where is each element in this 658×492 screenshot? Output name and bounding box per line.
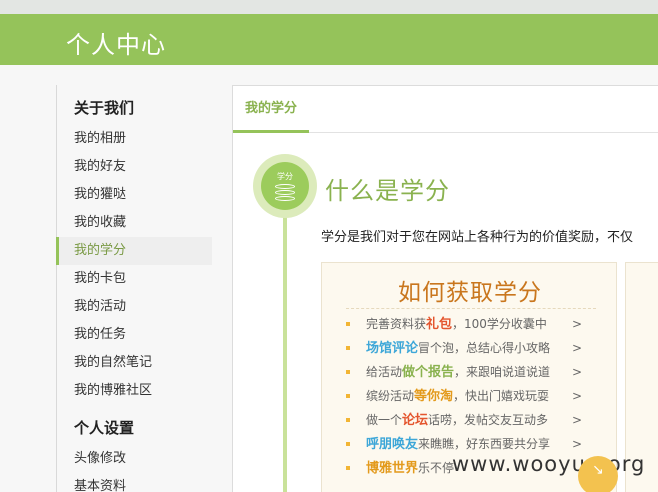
earn-item-prefix: 完善资料获: [366, 317, 427, 331]
earn-item-highlight: 呼朋唤友: [366, 437, 419, 452]
sidebar-item-activities[interactable]: 我的活动: [56, 293, 212, 321]
badge-label: 学分: [277, 172, 293, 181]
earn-item-suffix: ，100学分收囊中: [452, 317, 547, 331]
card-divider: [346, 308, 596, 309]
browser-top-strip: [0, 0, 658, 14]
earn-item[interactable]: 给活动做个报告，来跟咱说道说道 >: [344, 361, 606, 383]
earn-item-prefix: 给活动: [366, 365, 403, 379]
corner-arrow-button[interactable]: ↘: [578, 456, 618, 492]
earn-item-highlight: 做个报告: [402, 365, 455, 380]
earn-item-prefix: 缤纷活动: [366, 389, 415, 403]
earn-item-prefix: 做一个: [366, 413, 403, 427]
bullet-icon: [346, 418, 350, 422]
earn-item-suffix: 冒个泡，总结心得小攻略: [418, 341, 551, 355]
sidebar-section-settings: 个人设置: [74, 419, 135, 437]
page-title: 个人中心: [66, 31, 166, 59]
earn-item-highlight: 论坛: [402, 413, 429, 428]
earn-item[interactable]: 做一个论坛话唠，发帖交友互动多 >: [344, 409, 606, 431]
earn-item-text: 完善资料获礼包，100学分收囊中: [366, 313, 547, 336]
chevron-right-icon: >: [572, 365, 583, 379]
sidebar-item-favorites[interactable]: 我的收藏: [56, 209, 212, 237]
coin-layer: [275, 196, 295, 201]
earn-item[interactable]: 完善资料获礼包，100学分收囊中 >: [344, 313, 606, 335]
sidebar-item-tasks[interactable]: 我的任务: [56, 321, 212, 349]
earn-item-text: 场馆评论冒个泡，总结心得小攻略: [366, 337, 550, 360]
sidebar-item-credits[interactable]: 我的学分: [56, 237, 212, 265]
section-title: 什么是学分: [325, 177, 450, 205]
main-panel: 我的学分 学分 什么是学分 学分是我们对于您在网站上各种行为的价值奖励，不仅 如…: [232, 85, 658, 492]
sidebar-item-album[interactable]: 我的相册: [56, 125, 212, 153]
chevron-right-icon: >: [572, 317, 583, 331]
page-header: 个人中心: [0, 14, 658, 65]
bullet-icon: [346, 394, 350, 398]
card-title: 如何获取学分: [398, 280, 542, 306]
earn-item-text: 给活动做个报告，来跟咱说道说道: [366, 361, 550, 384]
section-description: 学分是我们对于您在网站上各种行为的价值奖励，不仅: [321, 230, 634, 245]
chevron-right-icon: >: [572, 413, 583, 427]
coin-layer: [275, 184, 295, 189]
timeline-line: [283, 186, 287, 492]
bullet-icon: [346, 346, 350, 350]
bullet-icon: [346, 370, 350, 374]
earn-item[interactable]: 缤纷活动等你淘，快出门嬉戏玩耍 >: [344, 385, 606, 407]
coin-stack-icon: 学分: [261, 162, 309, 210]
earn-item-highlight: 场馆评论: [366, 341, 419, 356]
earn-item-text: 博雅世界乐不停: [366, 457, 454, 480]
tab-bar: 我的学分: [233, 86, 658, 133]
earn-item-suffix: 乐不停: [418, 461, 455, 475]
earn-item[interactable]: 场馆评论冒个泡，总结心得小攻略 >: [344, 337, 606, 359]
sidebar-item-badger[interactable]: 我的獾哒: [56, 181, 212, 209]
sidebar-item-nature-notes[interactable]: 我的自然笔记: [56, 349, 212, 377]
sidebar-item-profile[interactable]: 基本资料: [56, 473, 212, 492]
sidebar-item-friends[interactable]: 我的好友: [56, 153, 212, 181]
earn-item-suffix: ，快出门嬉戏玩耍: [453, 389, 550, 403]
coin-layer: [275, 190, 295, 195]
sidebar-item-community[interactable]: 我的博雅社区: [56, 377, 212, 405]
sidebar-section-about: 关于我们: [74, 99, 135, 117]
chevron-right-icon: >: [572, 341, 583, 355]
sidebar-item-avatar[interactable]: 头像修改: [56, 445, 212, 473]
earn-item-text: 做一个论坛话唠，发帖交友互动多: [366, 409, 548, 432]
earn-item-text: 缤纷活动等你淘，快出门嬉戏玩耍: [366, 385, 549, 408]
credits-badge: 学分: [253, 154, 317, 218]
arrow-icon: ↘: [592, 462, 604, 478]
chevron-right-icon: >: [572, 389, 583, 403]
sidebar: 关于我们 我的相册 我的好友 我的獾哒 我的收藏 我的学分 我的卡包 我的活动 …: [56, 85, 216, 492]
earn-item-highlight: 礼包: [426, 317, 453, 332]
earn-item-highlight: 博雅世界: [366, 461, 419, 476]
earn-item-suffix: ，来跟咱说道说道: [454, 365, 551, 379]
sidebar-item-card-wallet[interactable]: 我的卡包: [56, 265, 212, 293]
bullet-icon: [346, 466, 350, 470]
earn-item-highlight: 等你淘: [414, 389, 454, 404]
earn-item-suffix: 话唠，发帖交友互动多: [428, 413, 549, 427]
tab-my-credits[interactable]: 我的学分: [233, 86, 309, 133]
bullet-icon: [346, 322, 350, 326]
bullet-icon: [346, 442, 350, 446]
earn-item-suffix: 来瞧瞧，好东西要共分享: [418, 437, 551, 451]
